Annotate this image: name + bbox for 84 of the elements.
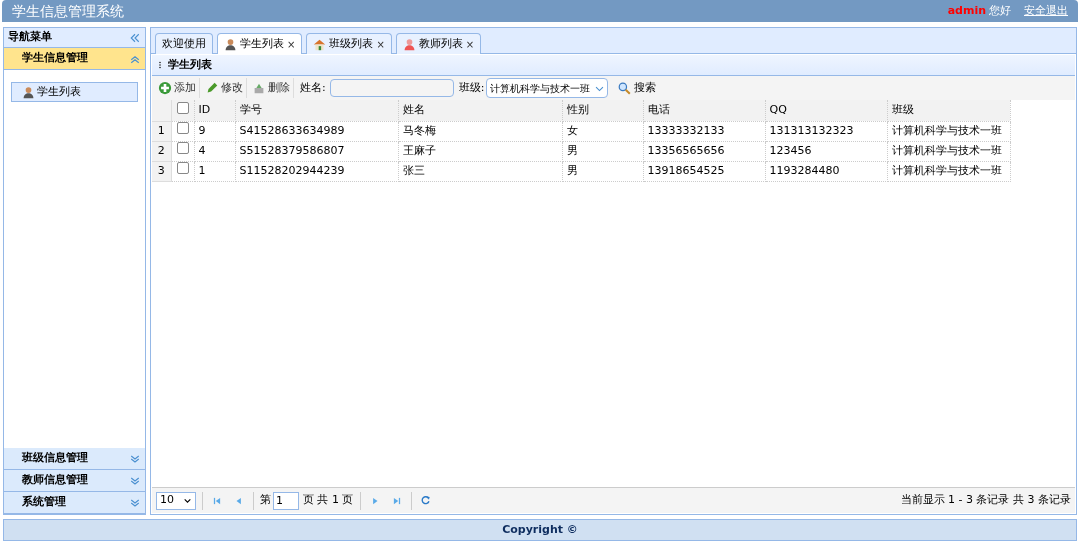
greeting-text: 您好 [989,2,1011,19]
checkbox[interactable] [176,142,189,155]
column-header[interactable]: 班级 [891,103,914,116]
table-cell: 123456 [769,143,812,157]
person-icon [224,37,237,51]
basket-icon [252,81,266,95]
accordion-header[interactable]: 学生信息管理 [4,48,145,70]
column-header[interactable]: ID [198,103,211,116]
checkbox[interactable] [176,122,189,135]
table-cell: 131313132323 [769,123,854,137]
table-cell: 计算机科学与技术一班 [891,163,1002,177]
app-title: 学生信息管理系统 [12,1,124,21]
pencil-icon [205,81,219,95]
table-cell: 13333332133 [647,123,725,137]
row-number: 3 [157,163,165,177]
section-label: 系统管理 [22,494,66,511]
tab[interactable]: 学生列表 × [217,33,303,54]
page-size-select[interactable]: 10 [156,491,196,510]
name-input[interactable] [329,79,454,97]
table-cell: 计算机科学与技术一班 [891,143,1002,157]
person-icon [402,37,416,51]
table-cell: 13356565656 [647,143,725,157]
first-page-icon [212,495,222,506]
last-page-icon [391,495,402,506]
table-cell: 男 [566,163,578,177]
previous-page-icon [234,495,244,506]
table-cell: 4 [198,143,206,157]
panel-title: 学生列表 [168,56,212,73]
table-cell: 女 [566,123,578,137]
pager-label: 页 共 1 页 [303,492,354,509]
close-icon[interactable]: × [287,36,296,52]
section-label: 班级信息管理 [22,450,88,467]
chevron-icon [183,496,192,505]
search-button[interactable]: 搜索 [616,78,659,98]
section-label: 教师信息管理 [22,472,88,489]
accordion-header[interactable]: 教师信息管理 [4,470,145,492]
house-icon [313,37,327,51]
field-label: 姓名: [300,79,326,96]
section-label: 学生信息管理 [22,50,88,67]
table-cell: S41528633634989 [239,123,345,137]
column-header[interactable]: 电话 [647,103,670,116]
checkbox[interactable] [176,162,189,175]
tab[interactable]: 班级列表 × [306,33,392,54]
table-cell: 1193284480 [769,163,840,177]
copyright-text: Copyright © [502,521,578,538]
table-cell: 王麻子 [402,143,436,157]
column-header[interactable]: 学号 [239,103,262,116]
toolbar-button[interactable]: 修改 [202,78,247,98]
page-input[interactable]: 1 [273,491,299,510]
tab[interactable]: 教师列表 × [395,33,482,54]
sidebar-title: 导航菜单 [8,29,52,46]
close-icon[interactable]: × [465,36,475,52]
refresh-icon [419,495,431,506]
accordion-header[interactable]: 系统管理 [4,492,145,514]
table-cell: 9 [198,123,206,137]
user-name: admin [947,2,986,19]
table-cell: 计算机科学与技术一班 [891,123,1002,137]
accordion-header[interactable]: 班级信息管理 [4,448,145,470]
column-header[interactable]: QQ [769,103,787,116]
checkbox[interactable] [176,101,189,114]
plus-icon [158,81,172,95]
table-cell: S51528379586807 [239,143,345,157]
search-icon [618,81,632,95]
collapse-icon [129,31,141,44]
table-cell: 张三 [402,163,425,177]
table-cell: 男 [566,143,578,157]
field-label: 班级: [458,79,485,96]
class-dropdown[interactable]: 计算机科学与技术一班 [486,78,609,98]
column-header[interactable]: 性别 [566,103,589,116]
person-icon [22,85,35,99]
record-summary: 当前显示 1 - 3 条记录 共 3 条记录 [900,492,1071,509]
pager-label: 第 [260,492,271,509]
table-cell: 13918654525 [647,163,725,177]
toolbar-button[interactable]: 删除 [249,78,294,98]
table-cell: 马冬梅 [402,123,436,137]
tab[interactable]: 欢迎使用 [155,33,213,54]
column-header[interactable]: 姓名 [402,103,425,116]
close-icon[interactable]: × [376,36,385,52]
row-number: 2 [157,143,165,157]
row-number: 1 [157,123,165,137]
nav-item[interactable]: 学生列表 [11,82,138,102]
table-cell: S11528202944239 [239,163,345,177]
toolbar-button[interactable]: 添加 [155,78,200,98]
table-cell: 1 [198,163,206,177]
